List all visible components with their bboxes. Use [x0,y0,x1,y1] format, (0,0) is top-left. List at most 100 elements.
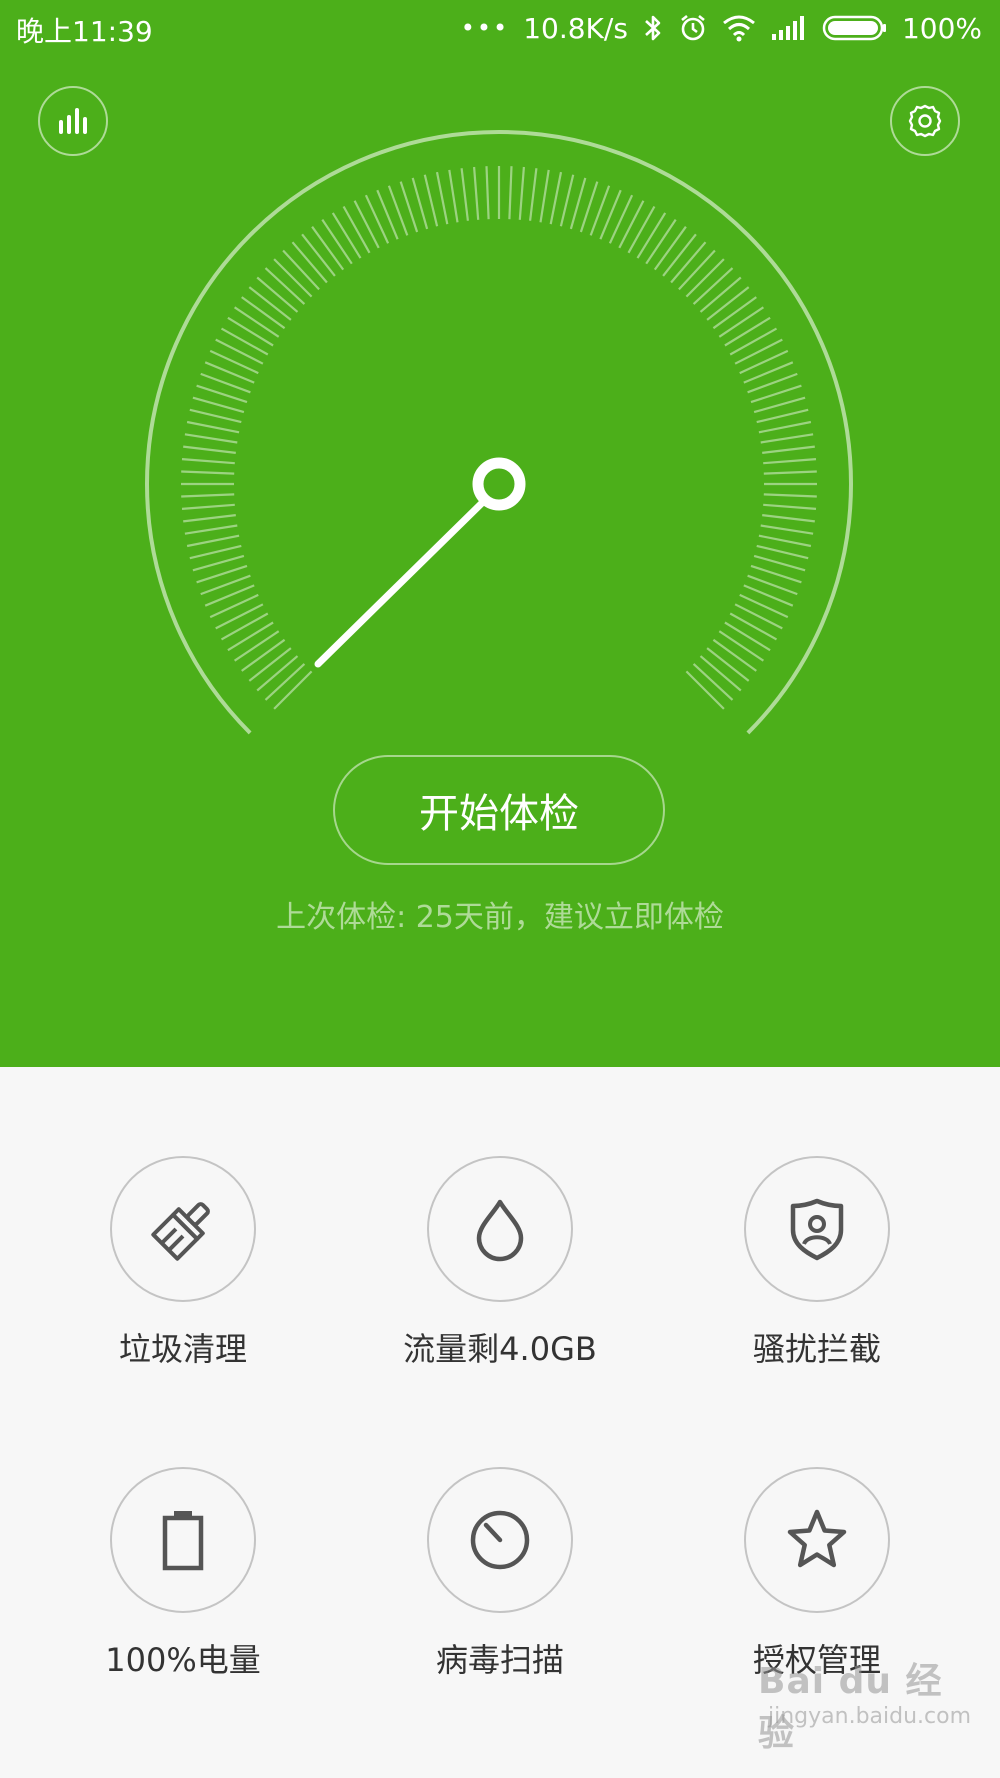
gauge-tick [549,171,563,225]
gauge-tick [743,361,794,384]
gauge-outer-arc [145,130,853,735]
gauge-tick [699,276,742,313]
gauge-tick [734,603,783,630]
gauge-tick [220,327,269,356]
gauge-tick [758,534,812,548]
gauge-tick [233,306,280,338]
gauge-tick [192,554,245,572]
gauge-tick [758,420,812,434]
gauge-tick [184,433,238,444]
gauge-tick [724,316,771,347]
gauge-tick [376,189,399,240]
gauge-tick [273,670,313,710]
gauge-tick [685,670,725,710]
scan-dial-icon [470,1510,530,1570]
gauge-tick [181,493,235,498]
gauge-tick [204,361,255,384]
gauge-tick [508,166,513,220]
gauge-tick [364,194,390,244]
gauge-tick [763,493,817,498]
gauge-tick [186,420,240,434]
feature-battery[interactable]: 100%电量 [33,1467,333,1727]
gauge-tick [227,316,274,347]
gauge-tick [627,205,656,254]
watermark-sub: jingyan.baidu.com [768,1704,972,1729]
feature-harass-block[interactable]: 骚扰拦截 [667,1156,967,1416]
gauge-tick [291,241,328,284]
feature-ring [427,1156,573,1302]
gauge-tick [706,647,750,682]
feature-data-usage[interactable]: 流量剩4.0GB [350,1156,650,1416]
gauge-tick [743,584,794,607]
feature-virus-scan[interactable]: 病毒扫描 [350,1467,650,1727]
gauge-tick [763,503,817,510]
broom-icon [151,1202,210,1261]
gauge-tick [753,554,806,572]
gauge-tick [729,612,778,641]
gauge-tick [678,249,716,291]
gauge-tick [756,408,809,424]
gauge-tick [321,218,353,265]
gauge-tick [209,349,259,375]
gauge-tick [599,189,622,240]
gauge-tick [760,524,814,535]
gauge-tick [762,445,815,454]
gauge-tick [423,174,439,227]
gauge-tick [227,621,274,652]
gauge-needle-hub [472,457,526,511]
gauge-tick [699,655,742,692]
gauge-tick [734,338,783,365]
feature-label: 100%电量 [105,1641,261,1679]
gauge-tick [209,593,259,619]
gauge-tick [181,470,235,475]
water-drop-icon [476,1199,524,1262]
gauge-tick [685,258,725,298]
gauge-tick [712,638,757,672]
gauge-tick [189,408,242,424]
gauge-tick [724,621,771,652]
gauge-tick [653,226,687,271]
gauge-tick [241,638,286,672]
gauge-tick [636,212,667,259]
gauge-tick [183,445,236,454]
gauge-tick [763,470,817,475]
battery-icon [162,1511,204,1571]
gauge-tick [184,524,238,535]
feature-ring [427,1467,573,1613]
shield-user-icon [790,1198,844,1261]
gauge-tick [220,612,269,641]
gauge-tick [706,286,750,321]
gauge-ticks [181,166,817,710]
gauge-tick [618,200,645,249]
star-icon [787,1509,847,1568]
gauge-tick [448,169,459,223]
gauge-tick [256,655,299,692]
gauge-tick [248,647,292,682]
gauge-tick [256,276,299,313]
gauge-tick [301,233,336,277]
feature-junk-clean[interactable]: 垃圾清理 [33,1156,333,1416]
feature-label: 骚扰拦截 [752,1330,881,1368]
gauge-tick [460,168,469,221]
gauge-tick [539,169,550,223]
gauge-tick [215,338,264,365]
feature-label: 病毒扫描 [435,1641,564,1679]
feature-ring [110,1156,256,1302]
top-panel: 晚上11:39 ••• 10.8K/s 100% 开始体检 上次体检: 25天前… [0,0,1000,1067]
feature-label: 垃圾清理 [118,1330,247,1368]
gauge-tick [342,205,371,254]
gauge-tick [753,396,806,414]
gauge-tick [692,663,734,701]
gauge-tick [181,503,235,510]
gauge-tick [662,233,697,277]
last-check-text: 上次体检: 25天前，建议立即体检 [276,900,724,935]
start-checkup-button[interactable]: 开始体检 [333,755,665,865]
gauge-tick [181,458,235,465]
gauge-tick [282,249,320,291]
gauge-tick [233,630,280,662]
feature-ring [744,1467,890,1613]
gauge-tick [670,241,707,284]
gauge-tick [411,177,429,230]
gauge-tick [435,171,449,225]
gauge-tick [518,166,525,220]
